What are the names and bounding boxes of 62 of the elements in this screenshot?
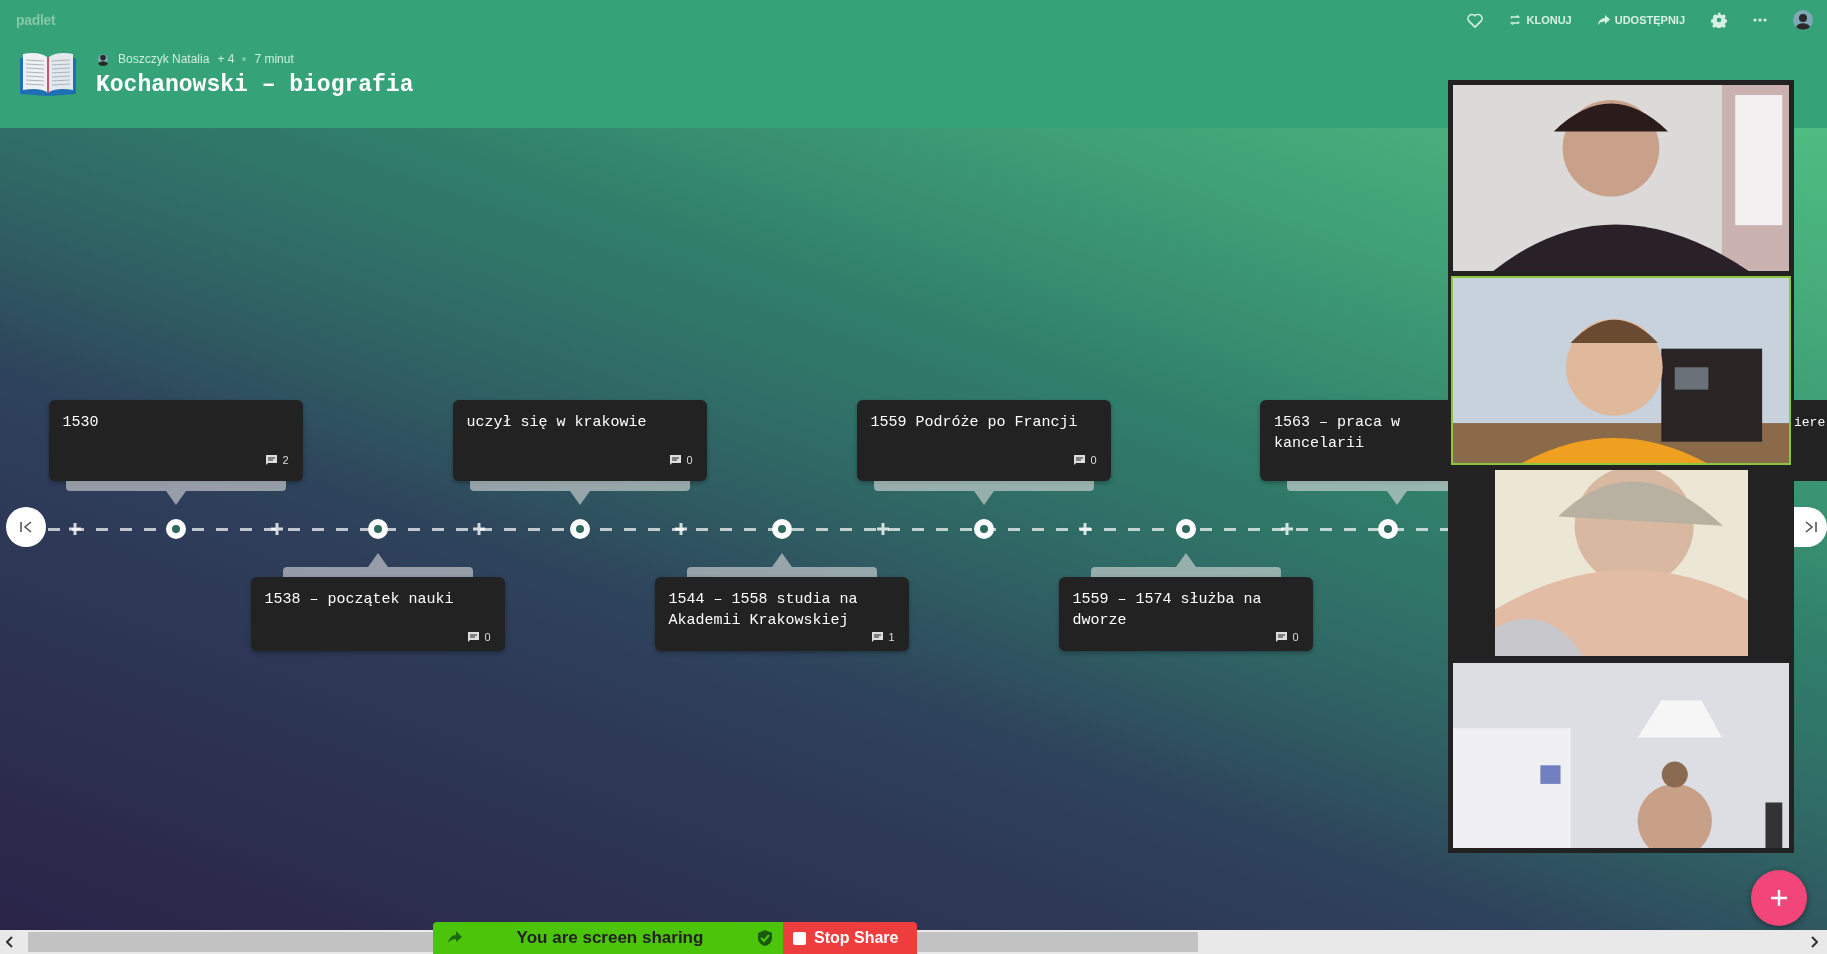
collaborator-count: + 4	[217, 52, 235, 66]
stop-share-button[interactable]: Stop Share	[783, 922, 917, 954]
plus-icon[interactable]	[471, 522, 486, 536]
post-text: iere	[1794, 400, 1827, 481]
plus-icon[interactable]	[673, 522, 688, 536]
comment-count: 0	[686, 454, 693, 466]
post-card[interactable]: uczył się w krakowie 0	[452, 400, 707, 481]
avatar-icon[interactable]	[1793, 10, 1813, 30]
timeline-node[interactable]	[972, 518, 995, 540]
board-title: Kochanowski – biografia	[96, 72, 414, 98]
more-icon[interactable]	[1753, 18, 1767, 22]
comment-icon	[871, 631, 885, 643]
post-card[interactable]: 1538 – początek nauki 0	[250, 577, 505, 651]
plus-icon[interactable]	[1279, 522, 1294, 536]
comment-icon	[1073, 454, 1087, 466]
plus-icon[interactable]	[269, 522, 284, 536]
post-card[interactable]: 1563 – praca w kancelarii	[1260, 400, 1448, 481]
plus-icon	[1769, 888, 1789, 908]
plus-icon[interactable]	[1077, 522, 1092, 536]
updated-time: 7 minut	[254, 52, 294, 66]
timeline-node[interactable]	[164, 518, 187, 540]
comment-count: 0	[484, 631, 491, 643]
post-card[interactable]: 1559 – 1574 służba na dworze 0	[1058, 577, 1313, 651]
book-icon	[18, 52, 78, 96]
comment-icon	[265, 454, 279, 466]
post-text: 1559 – 1574 służba na dworze	[1072, 590, 1263, 631]
stop-icon	[793, 931, 806, 945]
comment-count: 2	[282, 454, 289, 466]
post-text: 1563 – praca w kancelarii	[1274, 413, 1402, 454]
timeline-node[interactable]	[1376, 518, 1399, 540]
comment-count: 1	[888, 631, 895, 643]
repeat-icon	[1509, 14, 1522, 26]
heart-icon[interactable]	[1467, 12, 1484, 28]
timeline-node[interactable]	[770, 518, 793, 540]
scroll-left-icon[interactable]	[6, 936, 14, 948]
plus-icon[interactable]	[67, 522, 82, 536]
share-icon	[1597, 15, 1610, 25]
post-text: 1530	[62, 413, 100, 433]
post-card[interactable]: 1544 – 1558 studia na Akademii Krakowskiej 1	[654, 577, 909, 651]
comment-icon	[669, 454, 683, 466]
comment-icon	[467, 631, 481, 643]
post-card[interactable]: 1530 2	[48, 400, 303, 481]
post-text: 1538 – początek nauki	[264, 590, 455, 610]
first-icon	[19, 520, 33, 534]
post-text: 1544 – 1558 studia na Akademii Krakowskiej	[668, 590, 859, 631]
last-icon	[1803, 520, 1818, 534]
sharing-status: You are screen sharing	[515, 928, 705, 948]
comment-icon	[1275, 631, 1289, 643]
timeline-node[interactable]	[1174, 518, 1197, 540]
author-name: Boszczyk Natalia	[118, 52, 210, 66]
avatar-icon	[96, 52, 110, 66]
scroll-right-icon[interactable]	[1810, 936, 1818, 948]
plus-icon[interactable]	[875, 522, 890, 536]
settings-icon[interactable]	[1711, 12, 1727, 28]
timeline-node[interactable]	[568, 518, 591, 540]
post-card[interactable]: 1559 Podróże po Francji 0	[856, 400, 1111, 481]
timeline-node[interactable]	[366, 518, 389, 540]
comment-count: 0	[1090, 454, 1097, 466]
comment-count: 0	[1292, 631, 1299, 643]
post-text: uczył się w krakowie	[466, 413, 648, 433]
post-text: 1559 Podróże po Francji	[870, 413, 1079, 433]
shield-icon	[757, 929, 773, 947]
